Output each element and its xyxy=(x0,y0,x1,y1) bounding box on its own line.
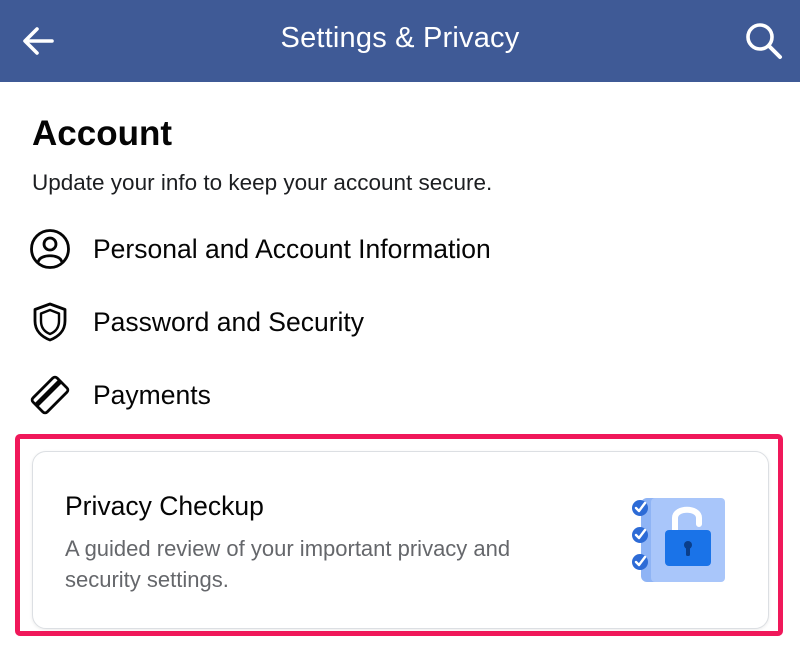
menu-item-personal-account-info[interactable]: Personal and Account Information xyxy=(28,222,768,276)
card-description: A guided review of your important privac… xyxy=(65,536,511,592)
privacy-checkup-card[interactable]: Privacy Checkup A guided review of your … xyxy=(32,451,769,629)
search-button[interactable] xyxy=(742,19,786,63)
card-title: Privacy Checkup xyxy=(65,491,264,521)
section-subtitle: Update your info to keep your account se… xyxy=(32,170,493,195)
menu-item-payments[interactable]: Payments xyxy=(28,368,768,422)
section-title: Account xyxy=(32,114,172,153)
shield-icon xyxy=(28,300,72,344)
page-title: Settings & Privacy xyxy=(280,22,520,54)
user-circle-icon xyxy=(28,227,72,271)
menu-item-password-security[interactable]: Password and Security xyxy=(28,295,768,349)
credit-card-icon xyxy=(28,373,72,417)
top-bar: Settings & Privacy xyxy=(0,0,800,82)
menu-item-label: Personal and Account Information xyxy=(93,233,491,264)
menu-item-label: Payments xyxy=(93,379,211,410)
checklist-lock-icon xyxy=(632,498,725,582)
menu-item-label: Password and Security xyxy=(93,306,365,337)
search-icon xyxy=(746,23,782,59)
